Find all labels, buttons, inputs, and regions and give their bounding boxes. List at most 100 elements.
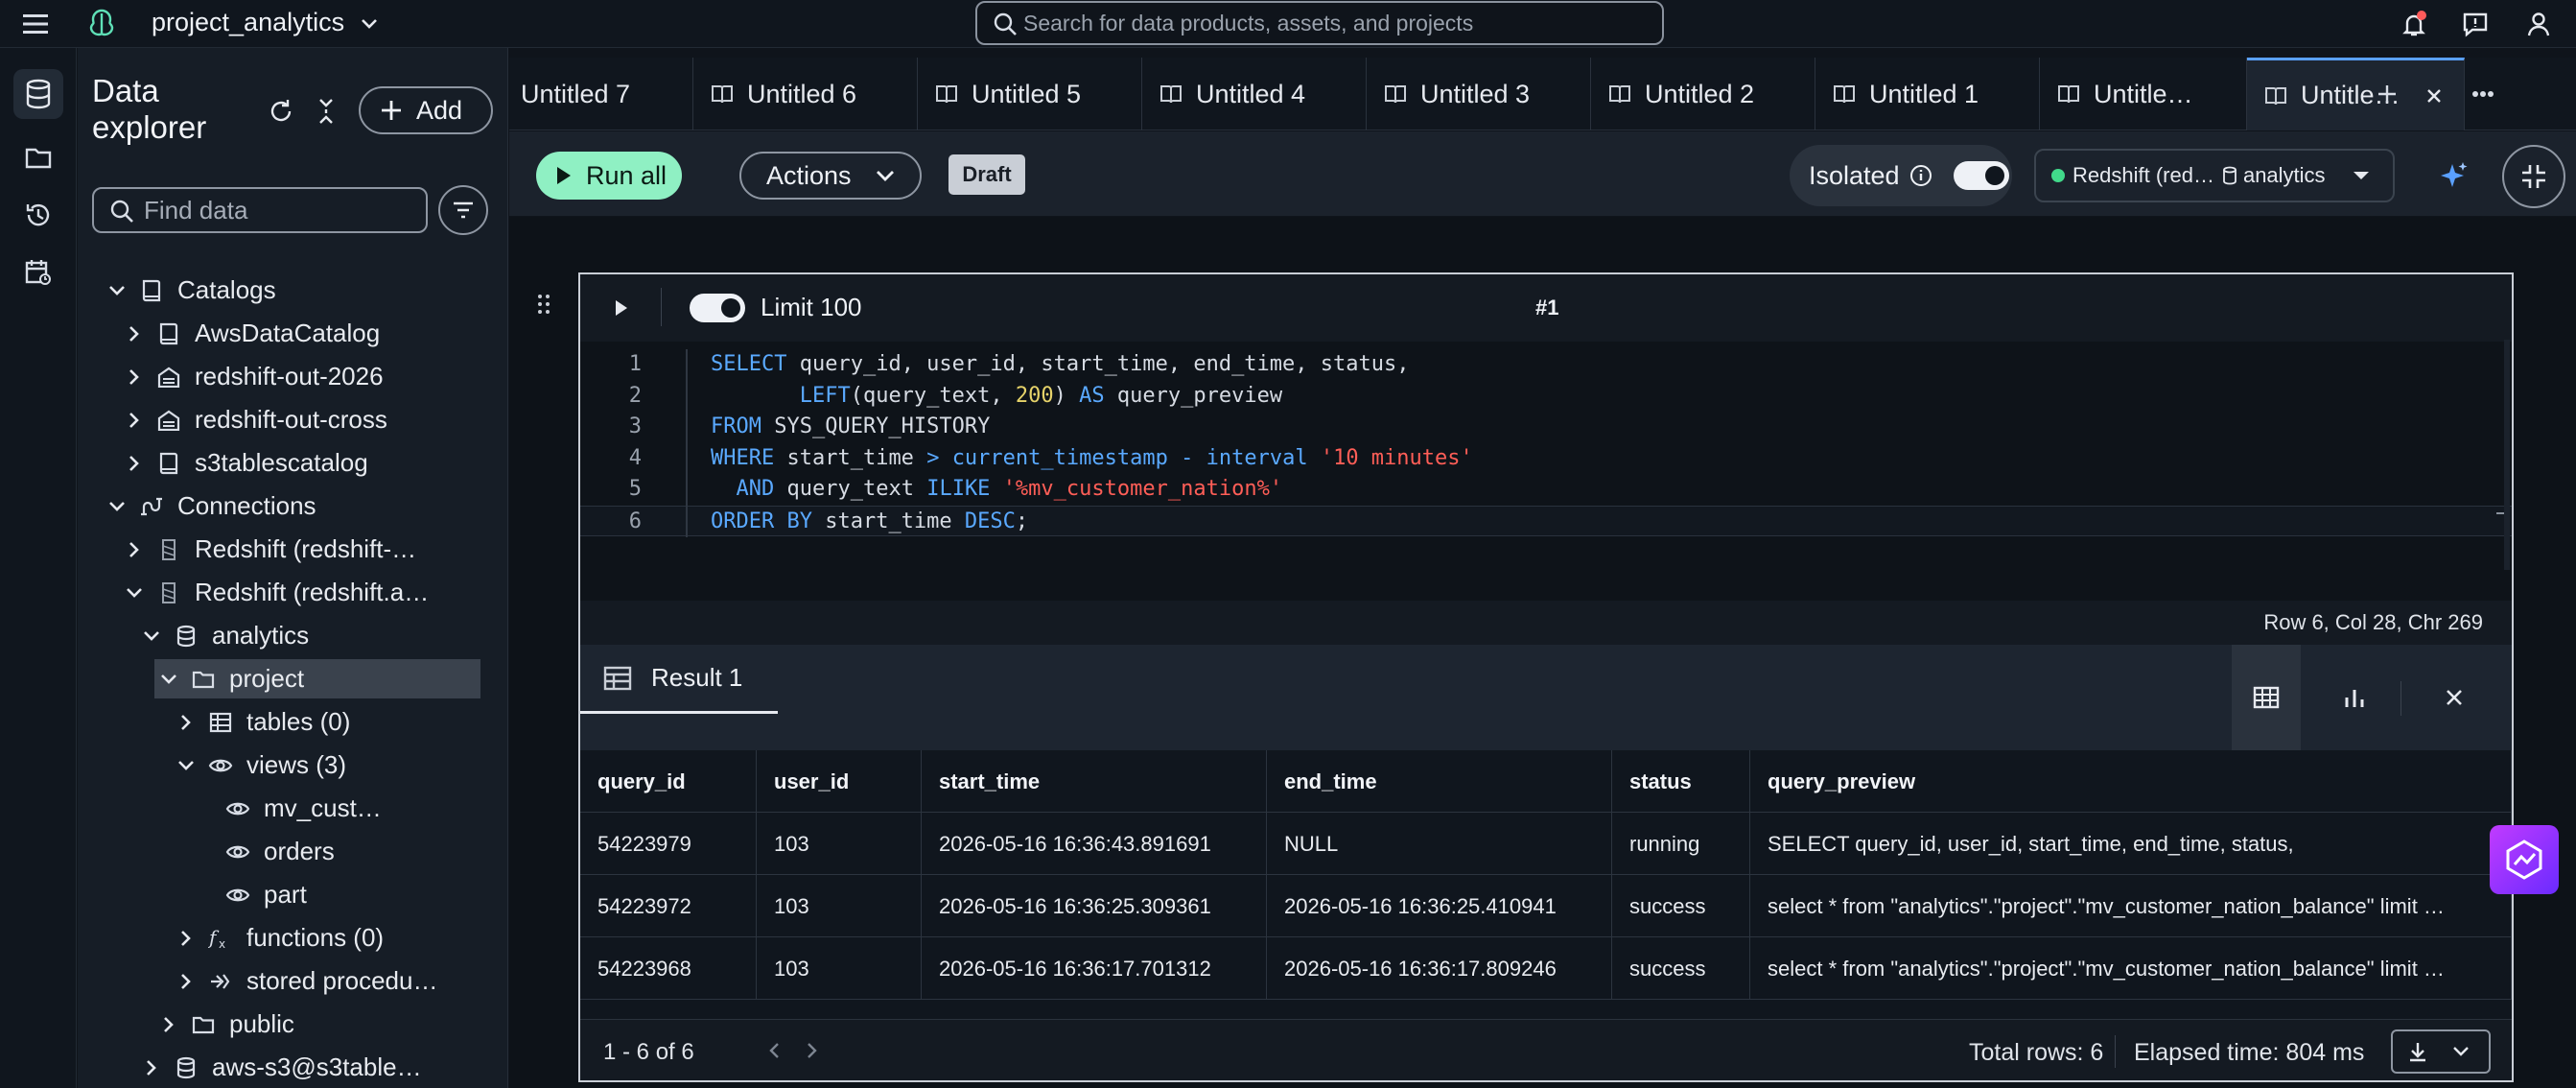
- column-header[interactable]: query_preview: [1750, 750, 2512, 813]
- chevron-down-icon[interactable]: [158, 669, 179, 690]
- chevron-down-icon[interactable]: [357, 12, 382, 36]
- chevron-right-icon[interactable]: [176, 712, 197, 733]
- tab-untitled[interactable]: Untitled 2: [1591, 58, 1815, 130]
- chevron-right-icon[interactable]: [124, 539, 145, 560]
- project-selector[interactable]: project_analytics: [152, 8, 344, 37]
- table-row[interactable]: 54223979 103 2026-05-16 16:36:43.891691 NUL…: [580, 813, 2512, 875]
- table-cell[interactable]: SELECT query_id, user_id, start_time, en…: [1750, 813, 2512, 875]
- chevron-down-icon[interactable]: [106, 280, 128, 301]
- next-page-icon[interactable]: [801, 1039, 824, 1062]
- hamburger-menu-icon[interactable]: [21, 10, 50, 38]
- table-cell[interactable]: 103: [757, 813, 922, 875]
- collapse-all-icon[interactable]: [312, 94, 340, 129]
- table-cell[interactable]: success: [1612, 937, 1750, 1000]
- tree-item[interactable]: analytics: [78, 614, 508, 657]
- drag-handle-icon[interactable]: [532, 290, 555, 319]
- table-view-icon[interactable]: [2232, 645, 2301, 750]
- table-cell[interactable]: 2026-05-16 16:36:43.891691: [922, 813, 1267, 875]
- column-header[interactable]: end_time: [1267, 750, 1612, 813]
- tab-untitled[interactable]: Untitled 3: [1367, 58, 1591, 130]
- tree-item[interactable]: AwsDataCatalog: [78, 312, 508, 355]
- find-data-input[interactable]: [144, 196, 412, 225]
- isolated-toggle[interactable]: [1953, 161, 2009, 190]
- tab-untitled[interactable]: Untitled 1: [1815, 58, 2040, 130]
- chevron-down-icon[interactable]: [176, 755, 197, 776]
- notifications-bell-icon[interactable]: [2398, 8, 2430, 40]
- find-data-box[interactable]: [92, 187, 428, 233]
- folder-icon[interactable]: [19, 140, 58, 175]
- tab-untitled[interactable]: Untitled 7: [509, 58, 693, 130]
- tree-item[interactable]: aws-s3@s3table…: [78, 1046, 508, 1088]
- sql-editor[interactable]: 1 SELECT query_id, user_id, start_time, e…: [580, 342, 2512, 601]
- close-tab-icon[interactable]: [2425, 87, 2443, 105]
- chart-view-icon[interactable]: [2320, 645, 2389, 750]
- chevron-right-icon[interactable]: [141, 1057, 162, 1078]
- table-row[interactable]: 54223972 103 2026-05-16 16:36:25.309361 202…: [580, 875, 2512, 937]
- chevron-right-icon[interactable]: [176, 971, 197, 992]
- minimize-icon[interactable]: [2502, 145, 2565, 208]
- tree-item[interactable]: mv_cust…: [78, 787, 508, 830]
- table-cell[interactable]: 54223979: [580, 813, 757, 875]
- chevron-down-icon[interactable]: [106, 496, 128, 517]
- add-button[interactable]: Add: [359, 86, 493, 134]
- code-line[interactable]: 5 AND query_text ILIKE '%mv_customer_nat…: [580, 474, 2512, 505]
- sparkle-ai-icon[interactable]: [2437, 158, 2471, 193]
- filter-icon[interactable]: [438, 185, 488, 235]
- chevron-right-icon[interactable]: [124, 453, 145, 474]
- actions-button[interactable]: Actions: [739, 152, 922, 200]
- info-icon[interactable]: [1909, 164, 1932, 187]
- table-cell[interactable]: select * from "analytics"."project"."mv_…: [1750, 937, 2512, 1000]
- tree-item[interactable]: f x functions (0): [78, 916, 508, 959]
- column-header[interactable]: user_id: [757, 750, 922, 813]
- chevron-down-icon[interactable]: [124, 582, 145, 603]
- tab-untitled[interactable]: Untitle…: [2040, 58, 2247, 130]
- column-header[interactable]: start_time: [922, 750, 1267, 813]
- column-header[interactable]: status: [1612, 750, 1750, 813]
- limit-toggle[interactable]: [690, 294, 745, 322]
- tree-item[interactable]: Catalogs: [78, 269, 508, 312]
- tree-item[interactable]: tables (0): [78, 700, 508, 744]
- table-cell[interactable]: 2026-05-16 16:36:25.410941: [1267, 875, 1612, 937]
- tree-item[interactable]: Redshift (redshift.a…: [78, 571, 508, 614]
- run-all-button[interactable]: Run all: [536, 152, 682, 200]
- tree-item[interactable]: Redshift (redshift-…: [78, 528, 508, 571]
- global-search[interactable]: [975, 1, 1664, 45]
- schedule-calendar-icon[interactable]: [19, 255, 58, 290]
- tree-item[interactable]: s3tablescatalog: [78, 441, 508, 485]
- more-options-icon[interactable]: [2466, 77, 2500, 111]
- tree-item[interactable]: Connections: [78, 485, 508, 528]
- tree-item[interactable]: public: [78, 1003, 508, 1046]
- code-line[interactable]: 2 LEFT(query_text, 200) AS query_preview: [580, 381, 2512, 412]
- chevron-down-icon[interactable]: [141, 626, 162, 647]
- new-tab-plus-icon[interactable]: [2370, 77, 2404, 111]
- close-icon[interactable]: [2420, 645, 2489, 750]
- history-icon[interactable]: [19, 198, 58, 232]
- connection-selector[interactable]: Redshift (red… analytics: [2034, 149, 2395, 202]
- table-cell[interactable]: running: [1612, 813, 1750, 875]
- tab-untitled[interactable]: Untitled 5: [918, 58, 1142, 130]
- chevron-right-icon[interactable]: [176, 928, 197, 949]
- tree-item[interactable]: views (3): [78, 744, 508, 787]
- feedback-icon[interactable]: [2459, 8, 2492, 40]
- tree-item[interactable]: redshift-out-2026: [78, 355, 508, 398]
- database-icon[interactable]: [19, 77, 58, 111]
- tree-item[interactable]: orders: [78, 830, 508, 873]
- code-line[interactable]: 4 WHERE start_time > current_timestamp - …: [580, 443, 2512, 474]
- chevron-right-icon[interactable]: [124, 323, 145, 344]
- search-input[interactable]: [1023, 9, 1647, 37]
- table-cell[interactable]: 2026-05-16 16:36:17.809246: [1267, 937, 1612, 1000]
- table-row[interactable]: 54223968 103 2026-05-16 16:36:17.701312 202…: [580, 937, 2512, 1000]
- user-profile-icon[interactable]: [2522, 8, 2555, 40]
- code-line[interactable]: 1 SELECT query_id, user_id, start_time, e…: [580, 349, 2512, 380]
- code-line[interactable]: 6 ORDER BY start_time DESC;: [580, 505, 2512, 536]
- table-cell[interactable]: select * from "analytics"."project"."mv_…: [1750, 875, 2512, 937]
- table-cell[interactable]: 54223968: [580, 937, 757, 1000]
- assistant-button[interactable]: [2490, 825, 2559, 894]
- tab-untitled[interactable]: Untitle…: [2247, 58, 2465, 130]
- table-cell[interactable]: 2026-05-16 16:36:17.701312: [922, 937, 1267, 1000]
- tree-item[interactable]: stored procedu…: [78, 959, 508, 1003]
- tree-item[interactable]: part: [78, 873, 508, 916]
- table-cell[interactable]: 103: [757, 937, 922, 1000]
- tab-untitled[interactable]: Untitled 6: [693, 58, 918, 130]
- table-cell[interactable]: 54223972: [580, 875, 757, 937]
